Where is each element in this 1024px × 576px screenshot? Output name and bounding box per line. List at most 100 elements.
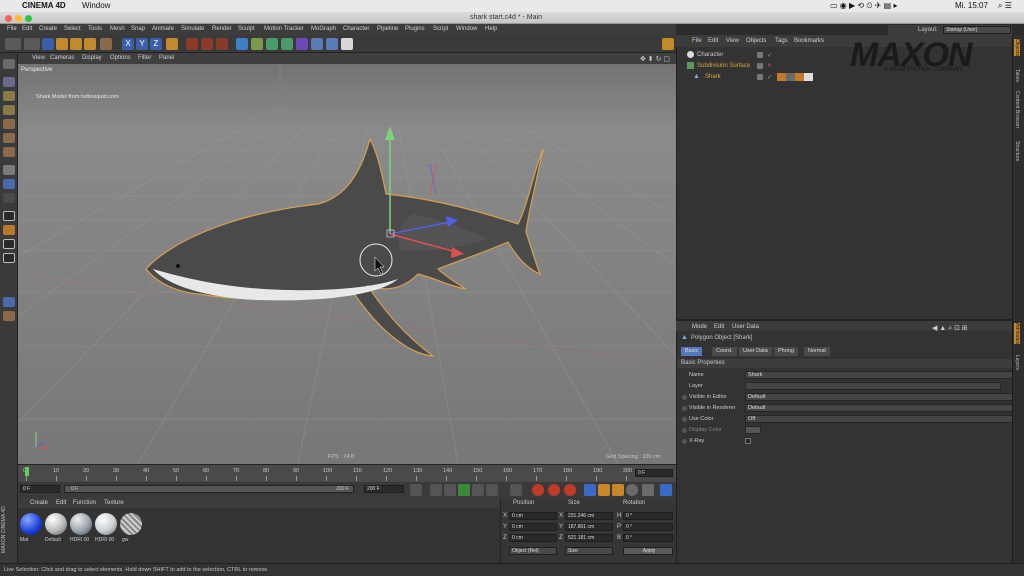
texture-mode-icon[interactable] <box>3 91 15 101</box>
visible-in-renderer-select[interactable]: Default <box>745 404 1013 412</box>
array-icon[interactable] <box>281 38 293 50</box>
light-icon[interactable] <box>341 38 353 50</box>
go-to-previous-key-icon[interactable] <box>430 484 442 496</box>
side-tab-content-browser[interactable]: Content Browser <box>1014 91 1020 128</box>
vp-menu-options[interactable]: Options <box>110 55 131 61</box>
menu-edit[interactable]: Edit <box>22 26 32 32</box>
mat-menu-edit[interactable]: Edit <box>56 500 66 506</box>
menu-tools[interactable]: Tools <box>88 26 102 32</box>
display-color-swatch[interactable] <box>745 426 761 434</box>
vp-menu-display[interactable]: Display <box>82 55 102 61</box>
am-menu-user-data[interactable]: User Data <box>732 324 759 330</box>
app-name[interactable]: CINEMA 4D <box>22 1 66 10</box>
range-slider[interactable]: 0 F 200 F <box>64 485 354 493</box>
menu-animate[interactable]: Animate <box>152 26 174 32</box>
recent-tool-icon[interactable] <box>100 38 112 50</box>
om-menu-edit[interactable]: Edit <box>708 38 718 44</box>
axis-mode-icon[interactable] <box>3 165 15 175</box>
timeline-window-icon[interactable] <box>660 484 672 496</box>
floor-icon[interactable] <box>311 38 323 50</box>
om-menu-file[interactable]: File <box>692 38 702 44</box>
disabled-x-icon[interactable]: ✕ <box>767 62 772 69</box>
vp-menu-cameras[interactable]: Cameras <box>50 55 74 61</box>
om-menu-bookmarks[interactable]: Bookmarks <box>794 38 824 44</box>
status-icons[interactable]: ▭ ◉ ▶ ⟲ ⏲ ✈ ▤ ▸ <box>830 1 897 11</box>
size-y-field[interactable]: 187.801 cm <box>565 523 613 531</box>
z-axis-lock-icon[interactable]: Z <box>150 38 162 50</box>
menu-create[interactable]: Create <box>39 26 57 32</box>
workplane-icon[interactable] <box>3 105 15 115</box>
side-tab-objects[interactable]: Objects <box>1014 39 1020 56</box>
deformer-icon[interactable] <box>296 38 308 50</box>
solo-hierarchy-icon[interactable] <box>3 225 15 235</box>
render-picture-viewer-icon[interactable] <box>201 38 213 50</box>
close-window-button[interactable] <box>5 15 12 22</box>
spotlight-icon[interactable]: ⌕ ☰ <box>998 1 1012 11</box>
live-selection-icon[interactable] <box>42 38 54 50</box>
menu-file[interactable]: File <box>7 26 17 32</box>
locked-workplane-icon[interactable] <box>3 297 15 307</box>
menu-simulate[interactable]: Simulate <box>181 26 204 32</box>
mat-menu-create[interactable]: Create <box>30 500 48 506</box>
use-color-select[interactable]: Off <box>745 415 1013 423</box>
move-gizmo[interactable] <box>18 64 676 464</box>
mat-menu-function[interactable]: Function <box>73 500 96 506</box>
playhead[interactable] <box>25 467 29 476</box>
menu-snap[interactable]: Snap <box>131 26 145 32</box>
om-menu-view[interactable]: View <box>726 38 739 44</box>
material-swatch[interactable] <box>45 513 67 535</box>
tab-user-data[interactable]: User Data <box>739 347 772 356</box>
menu-script[interactable]: Script <box>433 26 448 32</box>
perspective-viewport[interactable]: Perspective Shark Model from turbosquid.… <box>18 64 676 464</box>
autokeying-icon[interactable] <box>548 484 560 496</box>
position-y-field[interactable]: 0 cm <box>509 523 557 531</box>
tab-normal[interactable]: Normal <box>804 347 830 356</box>
menu-pipeline[interactable]: Pipeline <box>377 26 398 32</box>
om-menu-objects[interactable]: Objects <box>746 38 766 44</box>
y-axis-lock-icon[interactable]: Y <box>136 38 148 50</box>
rotation-p-field[interactable]: 0 ° <box>623 523 673 531</box>
material-swatch[interactable] <box>70 513 92 535</box>
material-swatch[interactable] <box>95 513 117 535</box>
om-menu-tags[interactable]: Tags <box>775 38 788 44</box>
size-mode-select[interactable]: Size <box>565 547 613 555</box>
size-x-field[interactable]: 231.246 cm <box>565 512 613 520</box>
visible-in-editor-select[interactable]: Default <box>745 393 1013 401</box>
vp-menu-filter[interactable]: Filter <box>138 55 151 61</box>
menu-sculpt[interactable]: Sculpt <box>238 26 255 32</box>
viewport-navigation-icons[interactable]: ✥ ⬍ ↻ ▢ <box>640 55 670 63</box>
position-x-field[interactable]: 0 cm <box>509 512 557 520</box>
menu-window[interactable]: Window <box>456 26 477 32</box>
spline-pen-icon[interactable] <box>251 38 263 50</box>
point-level-animation-icon[interactable] <box>642 484 654 496</box>
menu-render[interactable]: Render <box>212 26 232 32</box>
position-z-field[interactable]: 0 cm <box>509 534 557 542</box>
planar-workplane-icon[interactable] <box>3 311 15 321</box>
tweak-mode-icon[interactable] <box>3 179 15 189</box>
subdivision-surface-icon[interactable] <box>266 38 278 50</box>
tab-coord[interactable]: Coord. <box>712 347 737 356</box>
side-tab-layers[interactable]: Layers <box>1014 355 1020 370</box>
redo-icon[interactable] <box>24 38 40 50</box>
visibility-dots[interactable] <box>757 74 763 80</box>
am-menu-mode[interactable]: Mode <box>692 324 707 330</box>
apply-button[interactable]: Apply <box>623 547 673 555</box>
go-to-start-icon[interactable] <box>410 484 422 496</box>
x-axis-lock-icon[interactable]: X <box>122 38 134 50</box>
next-frame-icon[interactable] <box>472 484 484 496</box>
material-tags[interactable] <box>777 73 813 81</box>
undo-icon[interactable] <box>5 38 21 50</box>
make-editable-icon[interactable] <box>3 59 15 69</box>
material-swatch[interactable] <box>120 513 142 535</box>
coordinate-mode-select[interactable]: Object (Rel) <box>509 547 557 555</box>
render-settings-icon[interactable] <box>216 38 228 50</box>
menu-motion-tracker[interactable]: Motion Tracker <box>264 26 304 32</box>
points-mode-icon[interactable] <box>3 119 15 129</box>
play-icon[interactable] <box>458 484 470 496</box>
camera-icon[interactable] <box>326 38 338 50</box>
menu-character[interactable]: Character <box>343 26 369 32</box>
visibility-dots[interactable] <box>757 63 763 69</box>
keyframe-dot[interactable] <box>682 395 687 400</box>
parameter-key-icon[interactable] <box>626 484 638 496</box>
scale-icon[interactable] <box>70 38 82 50</box>
